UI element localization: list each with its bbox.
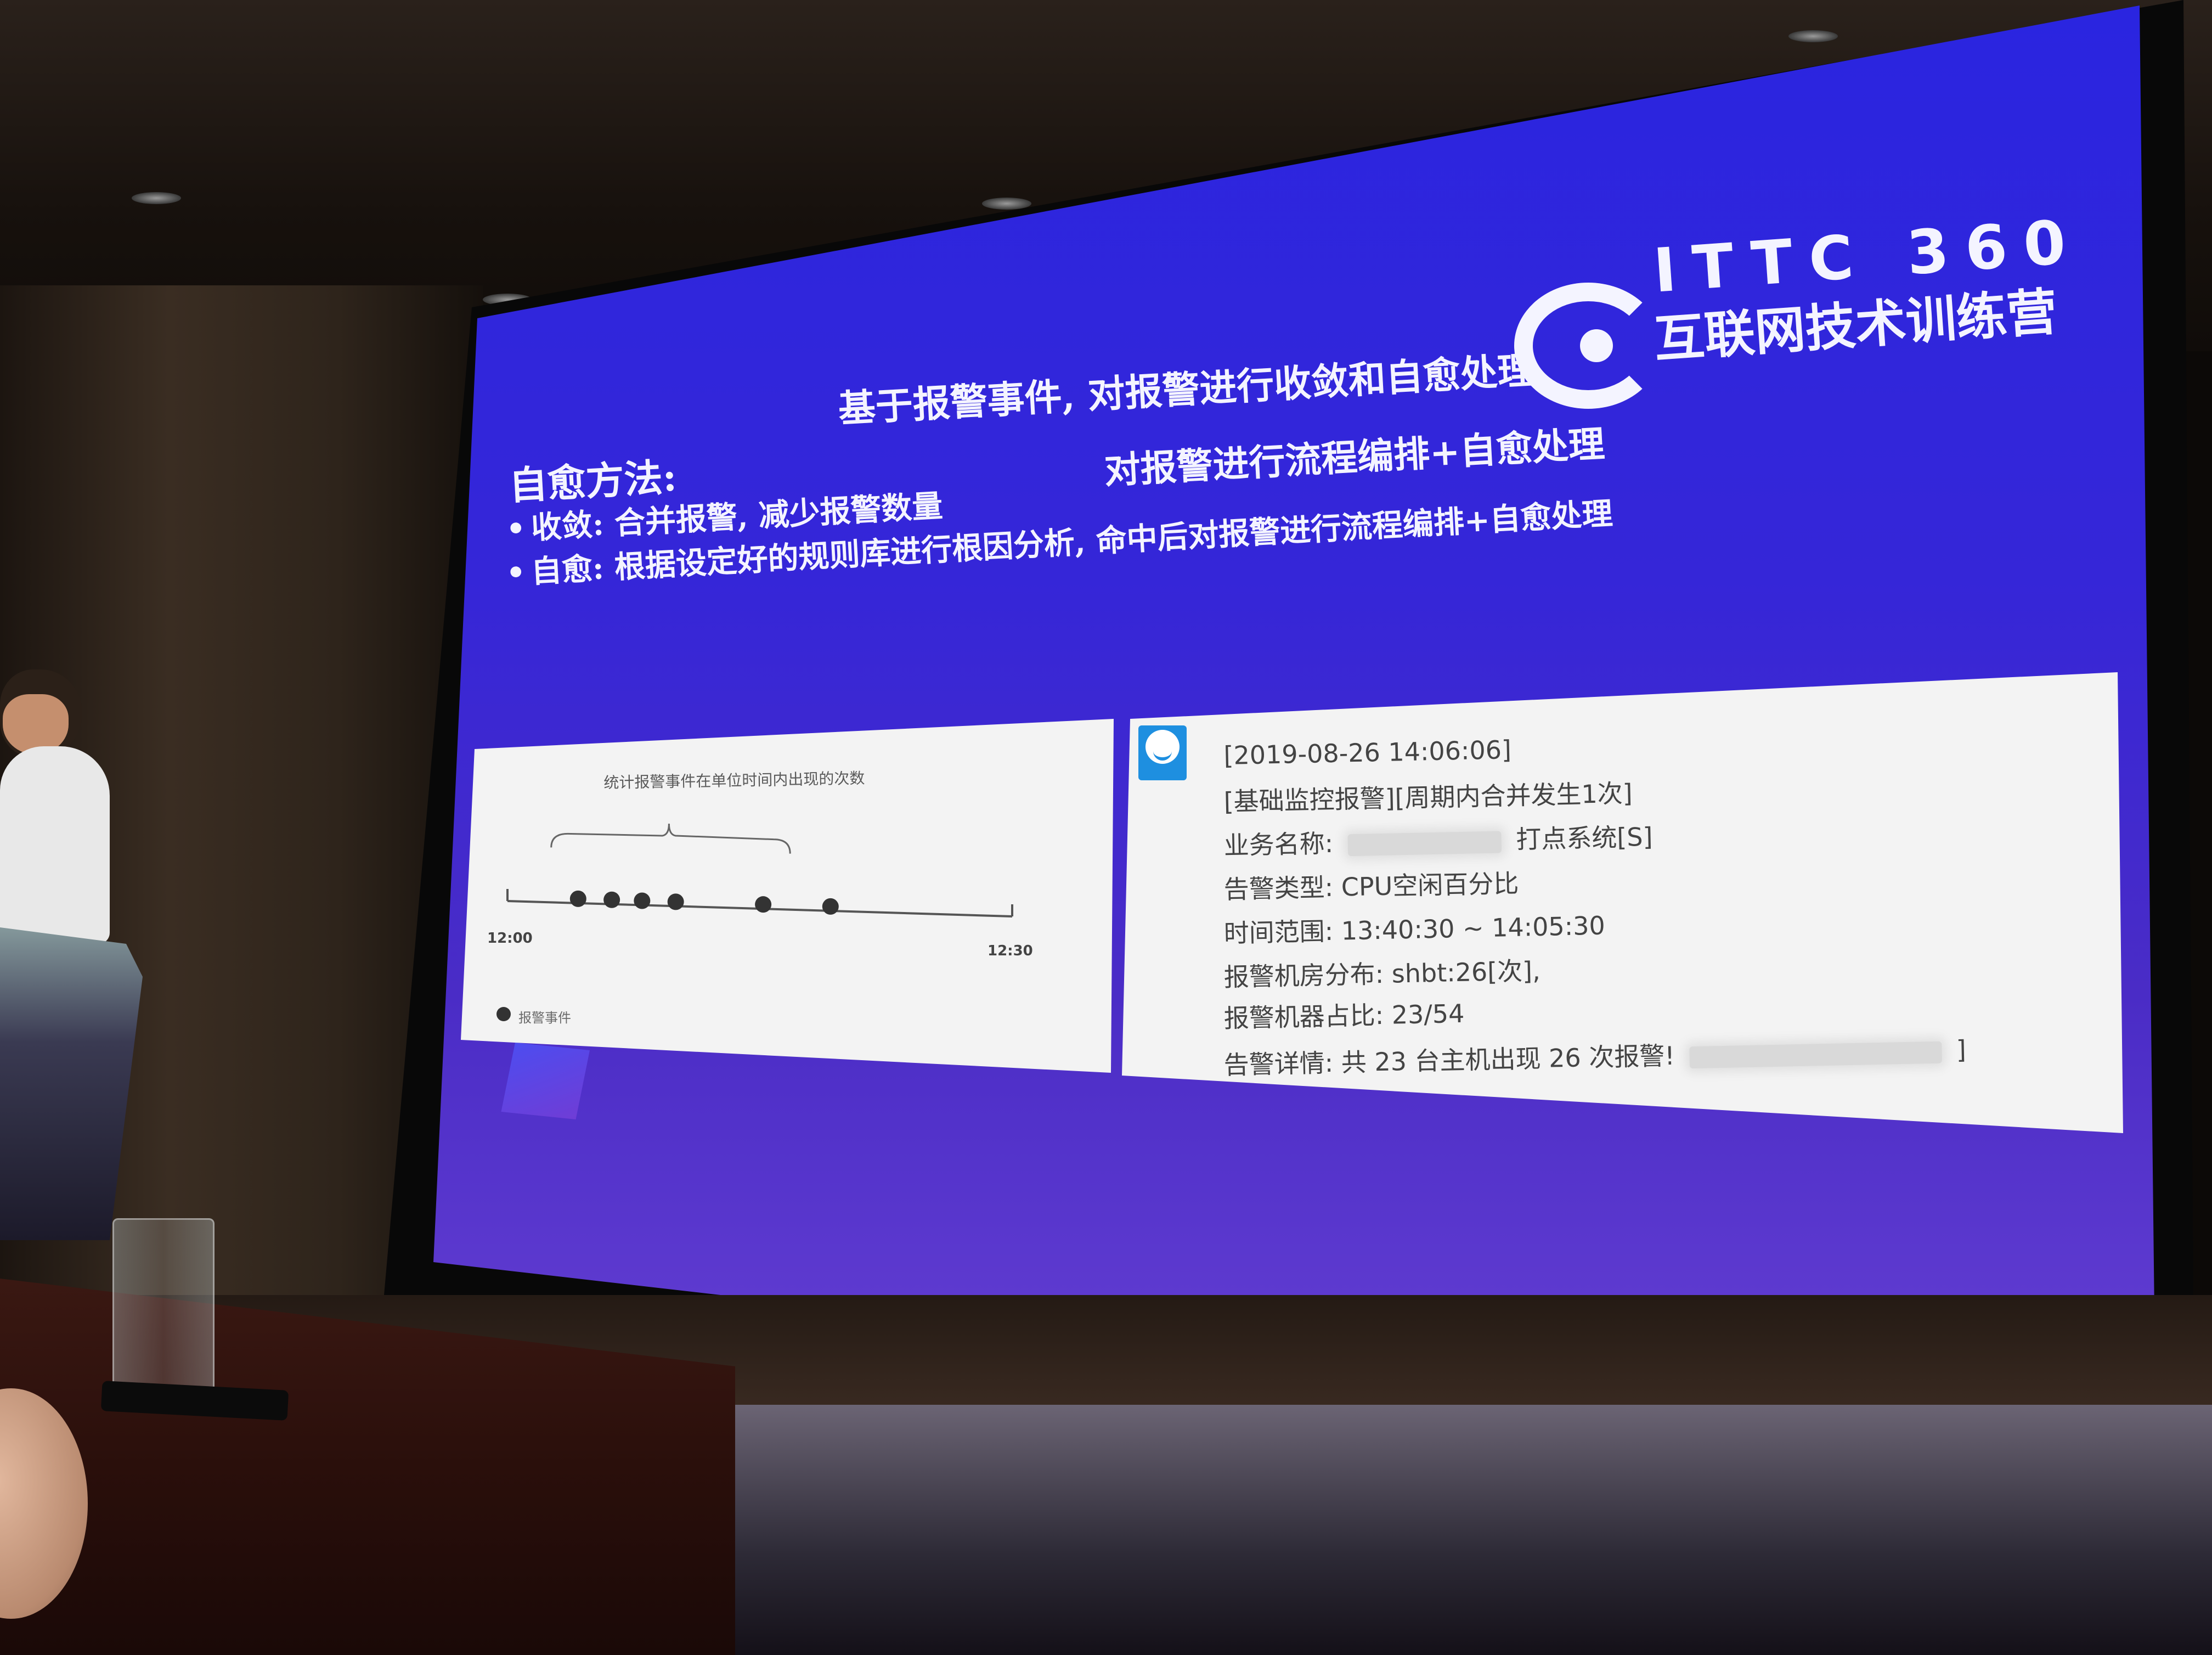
redacted-text [1347,830,1502,856]
business-value: 打点系统[S] [1515,821,1653,854]
alert-room-distribution: 报警机房分布: shbt:26[次], [1223,955,1541,992]
speaker-face [3,694,69,755]
redacted-text [1689,1041,1942,1068]
legend-label: 报警事件 [518,1010,571,1026]
legend-marker [496,1007,511,1021]
alert-event-point-0 [569,890,586,907]
alert-timestamp: [2019-08-26 14:06:06] [1223,735,1512,770]
plastic-cup [112,1218,215,1403]
tick-label-end: 12:30 [988,943,1033,959]
alert-machine-ratio: 报警机器占比: 23/54 [1223,998,1465,1033]
detail-tail: ] [1956,1034,1967,1065]
tick-label-start: 12:00 [487,930,533,947]
alert-type: 告警类型: CPU空闲百分比 [1223,868,1519,904]
stage-edge [713,1405,2212,1655]
speaker-body [0,746,110,944]
alert-event-point-1 [603,891,620,908]
business-label: 业务名称: [1223,828,1334,860]
grouping-brace [550,823,791,854]
alert-event-point-5 [822,898,839,915]
alert-event-point-3 [667,893,684,910]
alert-event-point-4 [755,896,772,913]
alert-event-point-2 [634,892,651,909]
